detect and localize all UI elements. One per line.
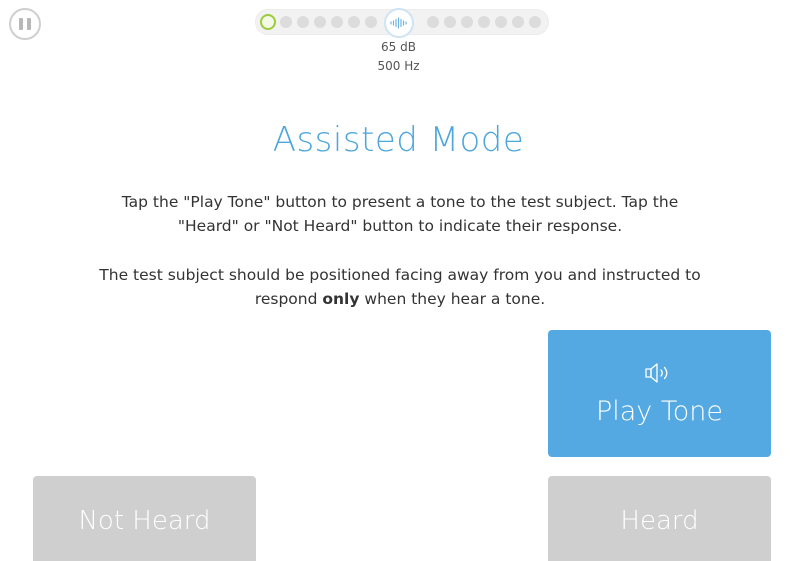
heard-button[interactable]: Heard	[548, 476, 771, 561]
not-heard-label: Not Heard	[78, 506, 211, 536]
hearing-test-screen: 65 dB 500 Hz Assisted Mode Tap the "Play…	[0, 0, 797, 561]
progress-dot	[348, 16, 360, 28]
speaker-icon	[644, 360, 676, 390]
pause-button[interactable]	[9, 8, 41, 40]
not-heard-button[interactable]: Not Heard	[33, 476, 256, 561]
pause-icon	[19, 18, 31, 30]
test-progress-track	[255, 8, 549, 38]
play-tone-label: Play Tone	[595, 396, 724, 427]
progress-dot	[314, 16, 326, 28]
progress-dot	[529, 16, 541, 28]
progress-dot	[512, 16, 524, 28]
progress-dot	[444, 16, 456, 28]
instruction-text-1: Tap the "Play Tone" button to present a …	[121, 193, 679, 235]
progress-dot	[461, 16, 473, 28]
progress-dot	[331, 16, 343, 28]
progress-dot-current	[260, 14, 276, 30]
play-tone-button[interactable]: Play Tone	[548, 330, 771, 457]
waveform-icon	[384, 8, 414, 38]
progress-dot	[365, 16, 377, 28]
progress-dot	[280, 16, 292, 28]
progress-dot	[495, 16, 507, 28]
progress-dot	[297, 16, 309, 28]
heard-label: Heard	[620, 506, 699, 536]
progress-dot	[427, 16, 439, 28]
frequency-hz: 500 Hz	[377, 59, 420, 73]
page-title: Assisted Mode	[272, 120, 525, 160]
instruction-text-2: The test subject should be positioned fa…	[99, 266, 701, 308]
progress-dot	[478, 16, 490, 28]
level-db: 65 dB	[381, 40, 416, 54]
emphasis-only: only	[322, 290, 360, 308]
